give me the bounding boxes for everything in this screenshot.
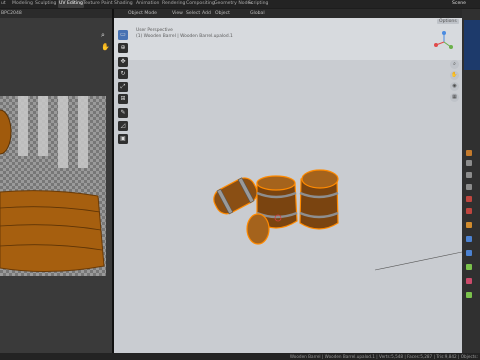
barrel-lid [246, 213, 270, 245]
options-button[interactable]: Options [437, 19, 459, 24]
workspace-bar: ut Modeling Sculpting UV Editing Texture… [0, 0, 480, 8]
uv-image-name[interactable]: BPC2048 [1, 9, 22, 18]
annotate-icon[interactable]: ✎ [118, 108, 128, 118]
scene-selector[interactable]: Scene [452, 0, 466, 8]
menu-select[interactable]: Select [186, 9, 200, 18]
tab-compositing[interactable]: Compositing [186, 0, 215, 8]
menu-add[interactable]: Add [202, 9, 211, 18]
tab-geometry-nodes[interactable]: Geometry Nodes [214, 0, 253, 8]
viewport-header: Object Mode View Select Add Object Globa… [114, 9, 462, 18]
tab-rendering[interactable]: Rendering [162, 0, 185, 8]
tool-properties-icon[interactable] [466, 150, 472, 156]
output-properties-icon[interactable] [466, 172, 472, 178]
zoom-view-icon[interactable]: ⌕ [450, 60, 459, 69]
barrel-objects[interactable] [205, 165, 345, 250]
cursor-icon[interactable]: ⊕ [118, 43, 128, 53]
tab-modeling[interactable]: Modeling [12, 0, 33, 8]
ortho-toggle-icon[interactable]: ▦ [450, 93, 459, 102]
tab-sculpting[interactable]: Sculpting [35, 0, 56, 8]
outliner[interactable] [464, 20, 480, 70]
barrel-right [299, 169, 339, 230]
rotate-icon[interactable]: ↻ [118, 69, 128, 79]
light-guide-line [374, 251, 463, 271]
tab-scripting[interactable]: Scripting [248, 0, 268, 8]
move-icon[interactable]: ✥ [118, 57, 128, 67]
hand-icon[interactable]: ✋ [101, 43, 110, 51]
transform-icon[interactable]: ⊞ [118, 94, 128, 104]
tab-shading[interactable]: Shading [114, 0, 133, 8]
view-layer-icon[interactable] [466, 184, 472, 190]
texture-properties-icon[interactable] [466, 292, 472, 298]
select-box-icon[interactable]: ▭ [118, 30, 128, 40]
data-properties-icon[interactable] [466, 264, 472, 270]
collection-info: (1) Wooden Barrel | Wooden Barrel.upalod… [136, 34, 233, 39]
uv-wood-texture [0, 109, 105, 273]
menu-object[interactable]: Object [215, 9, 230, 18]
scale-icon[interactable]: ⤢ [118, 82, 128, 92]
menu-view[interactable]: View [172, 9, 183, 18]
render-properties-icon[interactable] [466, 160, 472, 166]
viewport-info: User Perspective (1) Wooden Barrel | Woo… [136, 28, 233, 40]
zoom-icon[interactable]: ⌕ [101, 31, 109, 39]
axis-gizmo[interactable] [433, 30, 455, 52]
material-properties-icon[interactable] [466, 278, 472, 284]
uv-editor-header: BPC2048 [0, 9, 112, 18]
status-text: Wooden Barrel | Wooden Barrel.upalod.1 |… [289, 354, 478, 359]
tab-uv-editing[interactable]: UV Editing [58, 0, 84, 8]
mode-select[interactable]: Object Mode [128, 9, 157, 18]
tab-texture-paint[interactable]: Texture Paint [83, 0, 113, 8]
modifier-properties-icon[interactable] [466, 236, 472, 242]
world-properties-icon[interactable] [466, 208, 472, 214]
camera-view-icon[interactable]: ◉ [450, 82, 459, 91]
tab-previous[interactable]: ut [1, 0, 6, 8]
pan-view-icon[interactable]: ✋ [450, 71, 459, 80]
orientation-select[interactable]: Global [250, 9, 265, 18]
scene-properties-icon[interactable] [466, 196, 472, 202]
particle-properties-icon[interactable] [466, 250, 472, 256]
add-cube-icon[interactable]: ▣ [118, 134, 128, 144]
tab-animation[interactable]: Animation [136, 0, 159, 8]
measure-icon[interactable]: ◿ [118, 121, 128, 131]
object-properties-icon[interactable] [466, 222, 472, 228]
barrel-lying [213, 177, 258, 215]
